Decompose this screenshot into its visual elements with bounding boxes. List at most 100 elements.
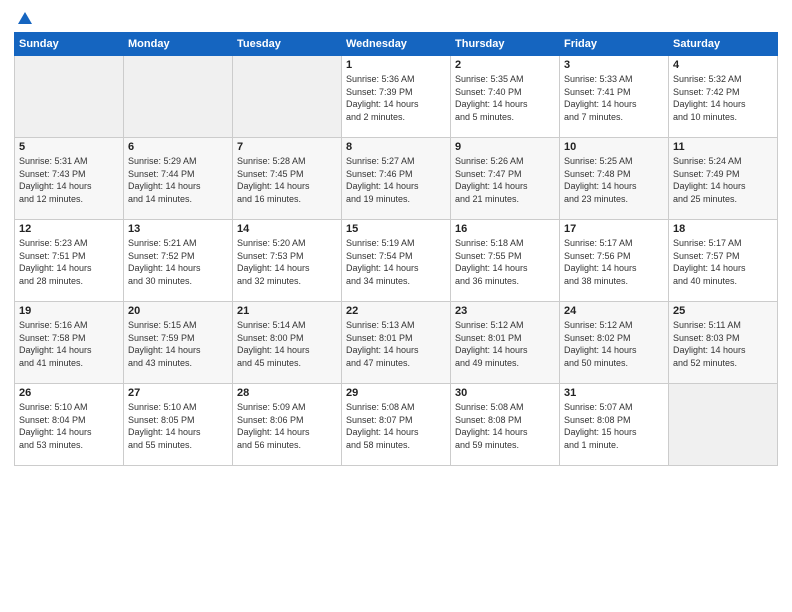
calendar-cell: 3 Sunrise: 5:33 AM Sunset: 7:41 PM Daylig… bbox=[560, 56, 669, 138]
day-info: Sunrise: 5:21 AM Sunset: 7:52 PM Dayligh… bbox=[128, 237, 228, 287]
day-info: Sunrise: 5:33 AM Sunset: 7:41 PM Dayligh… bbox=[564, 73, 664, 123]
day-number: 22 bbox=[346, 305, 446, 317]
day-info: Sunrise: 5:08 AM Sunset: 8:08 PM Dayligh… bbox=[455, 401, 555, 451]
calendar-cell: 31Sunrise: 5:07 AM Sunset: 8:08 PM Dayli… bbox=[560, 384, 669, 466]
day-number: 19 bbox=[19, 305, 119, 317]
day-info: Sunrise: 5:12 AM Sunset: 8:01 PM Dayligh… bbox=[455, 319, 555, 369]
day-number: 10 bbox=[564, 141, 664, 153]
day-number: 28 bbox=[237, 387, 337, 399]
calendar-cell: 13 Sunrise: 5:21 AM Sunset: 7:52 PM Dayli… bbox=[124, 220, 233, 302]
day-number: 26 bbox=[19, 387, 119, 399]
day-info: Sunrise: 5:35 AM Sunset: 7:40 PM Dayligh… bbox=[455, 73, 555, 123]
day-info: Sunrise: 5:10 AM Sunset: 8:04 PM Dayligh… bbox=[19, 401, 119, 451]
calendar-cell bbox=[124, 56, 233, 138]
day-number: 20 bbox=[128, 305, 228, 317]
calendar-cell: 27 Sunrise: 5:10 AM Sunset: 8:05 PM Dayli… bbox=[124, 384, 233, 466]
day-info: Sunrise: 5:24 AM Sunset: 7:49 PM Dayligh… bbox=[673, 155, 773, 205]
weekday-header-thursday: Thursday bbox=[451, 33, 560, 56]
calendar-cell: 6Sunrise: 5:29 AM Sunset: 7:44 PM Daylig… bbox=[124, 138, 233, 220]
day-info: Sunrise: 5:14 AM Sunset: 8:00 PM Dayligh… bbox=[237, 319, 337, 369]
weekday-header-friday: Friday bbox=[560, 33, 669, 56]
day-number: 21 bbox=[237, 305, 337, 317]
day-number: 14 bbox=[237, 223, 337, 235]
calendar-cell: 14 Sunrise: 5:20 AM Sunset: 7:53 PM Dayli… bbox=[233, 220, 342, 302]
calendar-cell: 28 Sunrise: 5:09 AM Sunset: 8:06 PM Dayli… bbox=[233, 384, 342, 466]
weekday-header-sunday: Sunday bbox=[15, 33, 124, 56]
day-number: 5 bbox=[19, 141, 119, 153]
calendar-cell: 2Sunrise: 5:35 AM Sunset: 7:40 PM Daylig… bbox=[451, 56, 560, 138]
day-info: Sunrise: 5:18 AM Sunset: 7:55 PM Dayligh… bbox=[455, 237, 555, 287]
calendar-cell: 7 Sunrise: 5:28 AM Sunset: 7:45 PM Daylig… bbox=[233, 138, 342, 220]
day-info: Sunrise: 5:26 AM Sunset: 7:47 PM Dayligh… bbox=[455, 155, 555, 205]
calendar-cell bbox=[15, 56, 124, 138]
day-number: 18 bbox=[673, 223, 773, 235]
weekday-header-wednesday: Wednesday bbox=[342, 33, 451, 56]
day-info: Sunrise: 5:08 AM Sunset: 8:07 PM Dayligh… bbox=[346, 401, 446, 451]
day-info: Sunrise: 5:36 AM Sunset: 7:39 PM Dayligh… bbox=[346, 73, 446, 123]
day-info: Sunrise: 5:29 AM Sunset: 7:44 PM Dayligh… bbox=[128, 155, 228, 205]
day-number: 9 bbox=[455, 141, 555, 153]
weekday-header-row: SundayMondayTuesdayWednesdayThursdayFrid… bbox=[15, 33, 778, 56]
day-info: Sunrise: 5:17 AM Sunset: 7:57 PM Dayligh… bbox=[673, 237, 773, 287]
day-number: 12 bbox=[19, 223, 119, 235]
calendar-cell: 30 Sunrise: 5:08 AM Sunset: 8:08 PM Dayli… bbox=[451, 384, 560, 466]
calendar-week-row: 26 Sunrise: 5:10 AM Sunset: 8:04 PM Dayli… bbox=[15, 384, 778, 466]
day-number: 29 bbox=[346, 387, 446, 399]
logo-icon bbox=[16, 10, 34, 28]
calendar-cell: 26 Sunrise: 5:10 AM Sunset: 8:04 PM Dayli… bbox=[15, 384, 124, 466]
day-info: Sunrise: 5:31 AM Sunset: 7:43 PM Dayligh… bbox=[19, 155, 119, 205]
calendar-cell bbox=[669, 384, 778, 466]
calendar-cell: 25Sunrise: 5:11 AM Sunset: 8:03 PM Dayli… bbox=[669, 302, 778, 384]
day-number: 24 bbox=[564, 305, 664, 317]
calendar-cell: 22Sunrise: 5:13 AM Sunset: 8:01 PM Dayli… bbox=[342, 302, 451, 384]
day-number: 27 bbox=[128, 387, 228, 399]
day-info: Sunrise: 5:12 AM Sunset: 8:02 PM Dayligh… bbox=[564, 319, 664, 369]
calendar-cell: 5 Sunrise: 5:31 AM Sunset: 7:43 PM Daylig… bbox=[15, 138, 124, 220]
calendar-cell: 8 Sunrise: 5:27 AM Sunset: 7:46 PM Daylig… bbox=[342, 138, 451, 220]
header bbox=[14, 10, 778, 28]
day-number: 4 bbox=[673, 59, 773, 71]
day-info: Sunrise: 5:25 AM Sunset: 7:48 PM Dayligh… bbox=[564, 155, 664, 205]
day-info: Sunrise: 5:17 AM Sunset: 7:56 PM Dayligh… bbox=[564, 237, 664, 287]
calendar-cell: 17Sunrise: 5:17 AM Sunset: 7:56 PM Dayli… bbox=[560, 220, 669, 302]
day-info: Sunrise: 5:28 AM Sunset: 7:45 PM Dayligh… bbox=[237, 155, 337, 205]
calendar-week-row: 5 Sunrise: 5:31 AM Sunset: 7:43 PM Daylig… bbox=[15, 138, 778, 220]
day-info: Sunrise: 5:15 AM Sunset: 7:59 PM Dayligh… bbox=[128, 319, 228, 369]
day-number: 30 bbox=[455, 387, 555, 399]
day-info: Sunrise: 5:20 AM Sunset: 7:53 PM Dayligh… bbox=[237, 237, 337, 287]
calendar-cell: 24 Sunrise: 5:12 AM Sunset: 8:02 PM Dayli… bbox=[560, 302, 669, 384]
day-number: 15 bbox=[346, 223, 446, 235]
day-number: 1 bbox=[346, 59, 446, 71]
calendar-cell: 21 Sunrise: 5:14 AM Sunset: 8:00 PM Dayli… bbox=[233, 302, 342, 384]
weekday-header-monday: Monday bbox=[124, 33, 233, 56]
day-number: 13 bbox=[128, 223, 228, 235]
calendar-table: SundayMondayTuesdayWednesdayThursdayFrid… bbox=[14, 32, 778, 466]
day-info: Sunrise: 5:23 AM Sunset: 7:51 PM Dayligh… bbox=[19, 237, 119, 287]
calendar-week-row: 19 Sunrise: 5:16 AM Sunset: 7:58 PM Dayli… bbox=[15, 302, 778, 384]
day-info: Sunrise: 5:10 AM Sunset: 8:05 PM Dayligh… bbox=[128, 401, 228, 451]
day-number: 8 bbox=[346, 141, 446, 153]
day-number: 3 bbox=[564, 59, 664, 71]
day-number: 25 bbox=[673, 305, 773, 317]
calendar-week-row: 1 Sunrise: 5:36 AM Sunset: 7:39 PM Daylig… bbox=[15, 56, 778, 138]
calendar-cell: 23Sunrise: 5:12 AM Sunset: 8:01 PM Dayli… bbox=[451, 302, 560, 384]
day-number: 7 bbox=[237, 141, 337, 153]
page: SundayMondayTuesdayWednesdayThursdayFrid… bbox=[0, 0, 792, 612]
day-info: Sunrise: 5:16 AM Sunset: 7:58 PM Dayligh… bbox=[19, 319, 119, 369]
calendar-cell: 16 Sunrise: 5:18 AM Sunset: 7:55 PM Dayli… bbox=[451, 220, 560, 302]
weekday-header-tuesday: Tuesday bbox=[233, 33, 342, 56]
calendar-week-row: 12 Sunrise: 5:23 AM Sunset: 7:51 PM Dayli… bbox=[15, 220, 778, 302]
day-number: 16 bbox=[455, 223, 555, 235]
calendar-cell: 10 Sunrise: 5:25 AM Sunset: 7:48 PM Dayli… bbox=[560, 138, 669, 220]
calendar-cell bbox=[233, 56, 342, 138]
calendar-cell: 12 Sunrise: 5:23 AM Sunset: 7:51 PM Dayli… bbox=[15, 220, 124, 302]
calendar-cell: 4 Sunrise: 5:32 AM Sunset: 7:42 PM Daylig… bbox=[669, 56, 778, 138]
weekday-header-saturday: Saturday bbox=[669, 33, 778, 56]
day-info: Sunrise: 5:09 AM Sunset: 8:06 PM Dayligh… bbox=[237, 401, 337, 451]
day-number: 11 bbox=[673, 141, 773, 153]
day-info: Sunrise: 5:32 AM Sunset: 7:42 PM Dayligh… bbox=[673, 73, 773, 123]
day-info: Sunrise: 5:27 AM Sunset: 7:46 PM Dayligh… bbox=[346, 155, 446, 205]
day-number: 31 bbox=[564, 387, 664, 399]
calendar-cell: 1 Sunrise: 5:36 AM Sunset: 7:39 PM Daylig… bbox=[342, 56, 451, 138]
calendar-cell: 18 Sunrise: 5:17 AM Sunset: 7:57 PM Dayli… bbox=[669, 220, 778, 302]
